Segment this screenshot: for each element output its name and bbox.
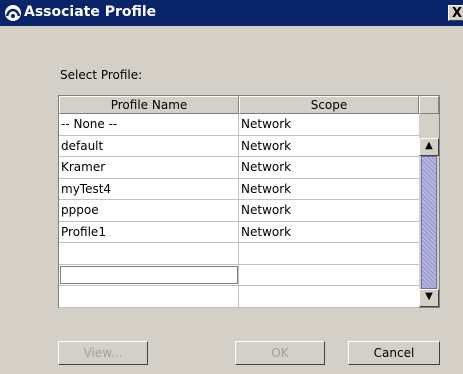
table-row[interactable]: default Network [59,135,419,157]
scope-cell[interactable]: Network [239,136,419,157]
profile-name-cell[interactable]: -- None -- [59,114,239,135]
scope-cell[interactable] [239,286,419,307]
close-button[interactable]: X [448,5,463,21]
arrow-down-icon: ▼ [425,291,433,302]
scope-cell[interactable] [239,243,419,264]
app-logo-icon [4,4,22,22]
scrollbar-thumb[interactable] [421,156,437,289]
table-body: -- None -- Network default Network Krame… [59,114,419,308]
table-row[interactable]: Profile1 Network [59,221,419,243]
profile-name-cell[interactable] [59,264,239,285]
table-row[interactable]: Kramer Network [59,157,419,179]
profile-name-cell[interactable] [59,243,239,264]
profile-name-cell[interactable]: myTest4 [59,178,239,199]
table-row[interactable]: pppoe Network [59,200,419,222]
profile-name-cell[interactable]: pppoe [59,200,239,221]
close-icon: X [451,6,463,21]
scope-cell[interactable] [239,265,419,286]
view-button[interactable]: View... [58,341,148,365]
table-row[interactable] [59,243,419,265]
column-header-profile-name[interactable]: Profile Name [59,96,239,114]
profile-name-cell[interactable] [59,286,239,307]
table-row[interactable]: myTest4 Network [59,178,419,200]
cancel-button[interactable]: Cancel [348,341,440,365]
scope-cell[interactable]: Network [239,114,419,135]
scroll-up-button[interactable]: ▲ [419,138,439,156]
scope-cell[interactable]: Network [239,179,419,200]
scope-cell[interactable]: Network [239,157,419,178]
ok-button[interactable]: OK [235,341,325,365]
scope-cell[interactable]: Network [239,222,419,243]
table-row[interactable] [59,264,419,286]
scope-cell[interactable]: Network [239,200,419,221]
title-bar: Associate Profile X [0,0,463,26]
select-profile-label: Select Profile: [60,68,143,82]
table-row[interactable]: -- None -- Network [59,114,419,136]
window-title: Associate Profile [24,4,157,20]
scroll-down-button[interactable]: ▼ [419,289,439,307]
profile-name-cell[interactable]: Profile1 [59,221,239,242]
profile-name-cell[interactable]: default [59,135,239,156]
vertical-scrollbar[interactable]: ▲ ▼ [419,114,439,307]
profile-table: Profile Name Scope -- None -- Network de… [58,95,440,308]
arrow-up-icon: ▲ [425,140,433,151]
header-corner [419,96,439,114]
table-row[interactable] [59,286,419,308]
column-header-scope[interactable]: Scope [239,96,419,114]
profile-name-cell[interactable]: Kramer [59,157,239,178]
